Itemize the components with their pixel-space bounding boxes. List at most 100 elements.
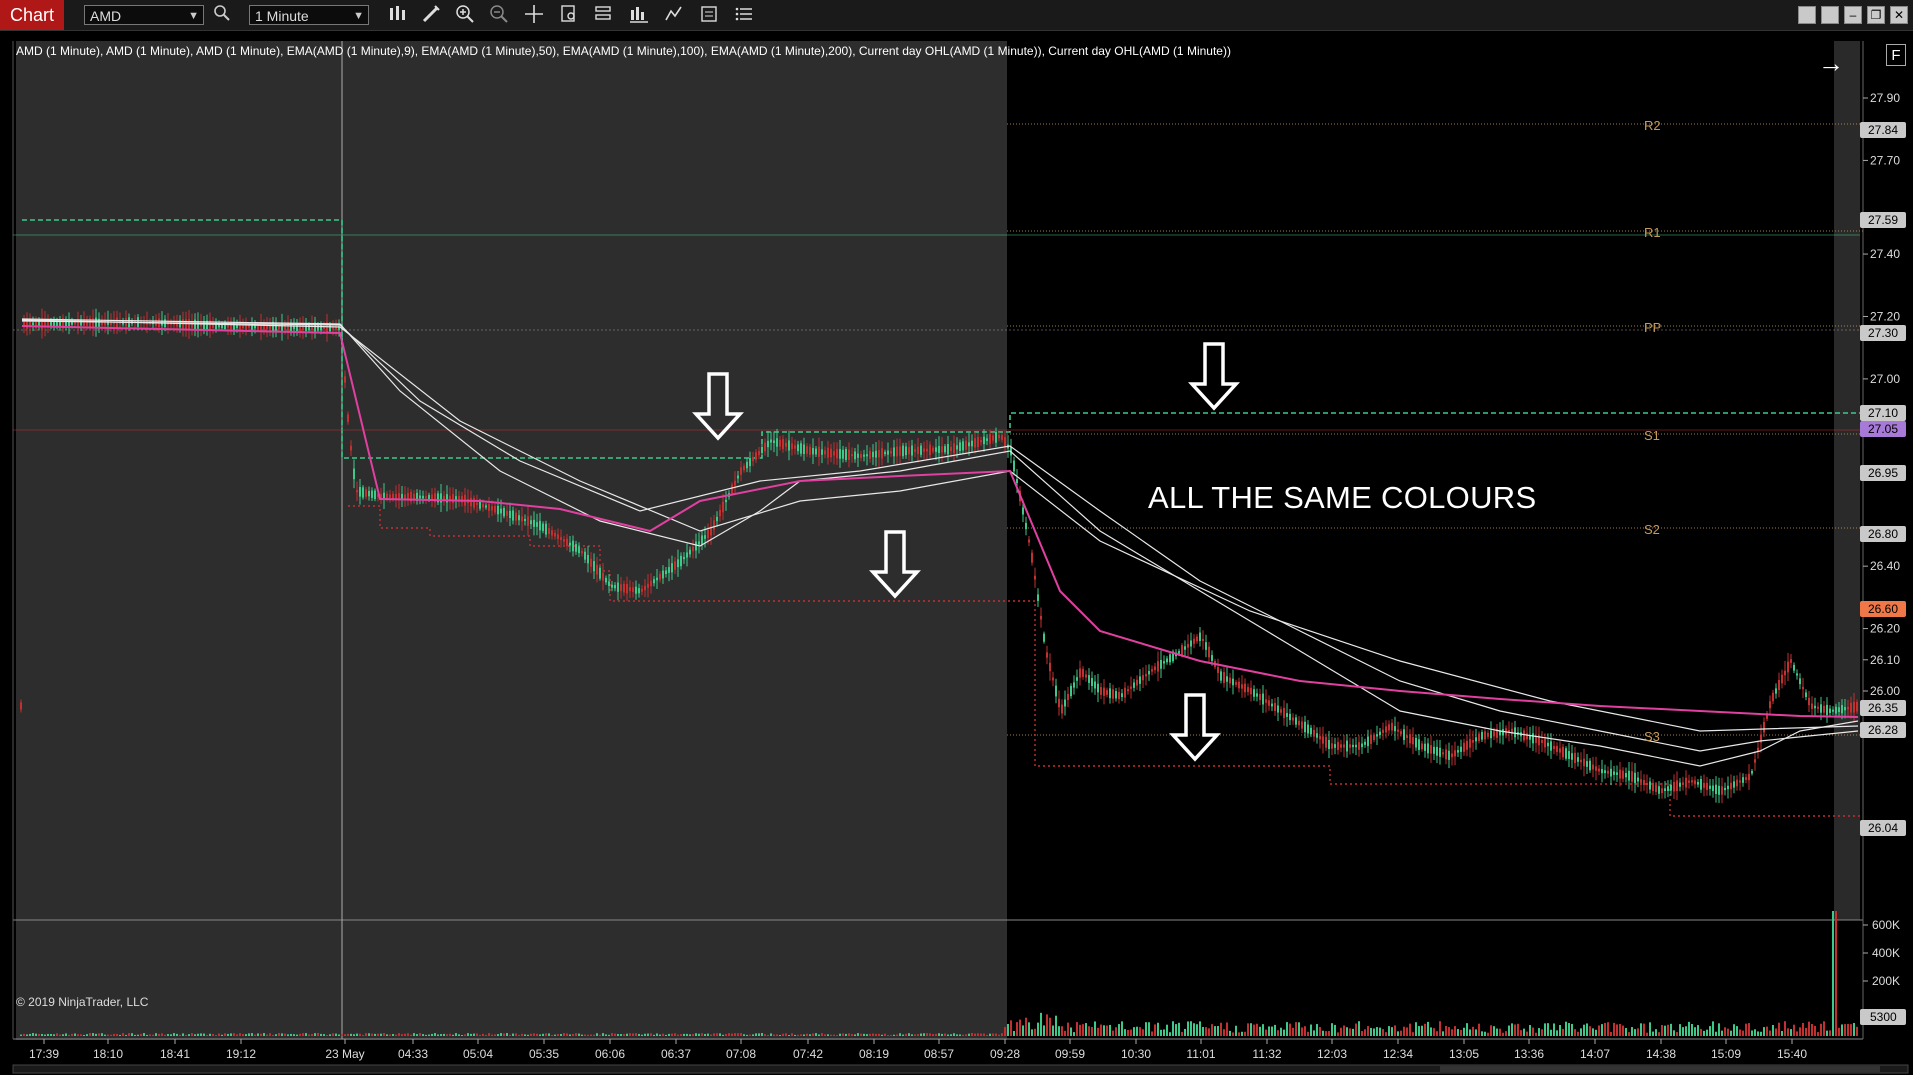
candle-body xyxy=(704,535,706,539)
candle-body xyxy=(1673,781,1675,792)
candle-body xyxy=(1679,782,1681,787)
zoom-in-icon[interactable] xyxy=(454,4,476,26)
candle-body xyxy=(101,320,103,326)
properties-icon[interactable] xyxy=(558,4,580,26)
volume-bar xyxy=(170,1034,172,1036)
candle-body xyxy=(1079,668,1081,678)
volume-bar xyxy=(245,1034,247,1036)
volume-bar xyxy=(1325,1031,1327,1036)
strategies-icon[interactable] xyxy=(628,4,650,26)
volume-bar xyxy=(1016,1022,1018,1036)
crosshair-icon[interactable] xyxy=(523,4,545,26)
candle-body xyxy=(818,446,820,457)
chart-tab[interactable]: Chart xyxy=(0,0,64,30)
volume-bar xyxy=(506,1033,508,1036)
candle-body xyxy=(1652,782,1654,792)
candle-body xyxy=(1841,705,1843,714)
volume-bar xyxy=(1109,1024,1111,1036)
volume-bar xyxy=(566,1033,568,1036)
volume-bar xyxy=(1274,1024,1276,1036)
time-tick-label: 19:12 xyxy=(226,1047,256,1061)
candle-body xyxy=(1784,670,1786,676)
list-icon[interactable] xyxy=(733,4,755,26)
candle-body xyxy=(1565,748,1567,759)
candle-body xyxy=(185,319,187,330)
search-icon[interactable] xyxy=(211,4,233,26)
volume-bar xyxy=(1181,1031,1183,1036)
volume-bar xyxy=(335,1033,337,1036)
candle-body xyxy=(1112,689,1114,699)
volume-bar xyxy=(1721,1030,1723,1036)
instrument-selector[interactable]: AMD ▼ xyxy=(84,5,204,25)
volume-bar xyxy=(1769,1030,1771,1036)
volume-bar xyxy=(1787,1028,1789,1036)
candle-body xyxy=(1352,744,1354,748)
price-marker-label: 26.60 xyxy=(1868,602,1898,616)
candle-body xyxy=(1061,704,1063,714)
templates-icon[interactable] xyxy=(593,4,615,26)
indicators-icon[interactable] xyxy=(663,4,685,26)
volume-bar xyxy=(1067,1022,1069,1036)
candle-body xyxy=(527,516,529,526)
f-button[interactable]: F xyxy=(1886,44,1906,66)
interval-value: 1 Minute xyxy=(255,8,309,24)
interval-selector[interactable]: 1 Minute ▼ xyxy=(249,5,369,25)
candle-body xyxy=(1163,661,1165,664)
volume-bar xyxy=(671,1033,673,1036)
draw-tool-icon[interactable] xyxy=(420,4,442,26)
volume-bar xyxy=(395,1034,397,1036)
arrow-right-icon[interactable]: → xyxy=(1818,48,1844,79)
volume-bar xyxy=(938,1033,940,1036)
volume-bar xyxy=(269,1033,271,1036)
minimize-icon[interactable]: ‒ xyxy=(1844,6,1862,24)
volume-bar xyxy=(1388,1026,1390,1036)
volume-bar xyxy=(590,1034,592,1036)
candle-body xyxy=(1052,677,1054,681)
maximize-icon[interactable]: ❐ xyxy=(1867,6,1885,24)
candle-body xyxy=(614,585,616,589)
zoom-out-icon[interactable] xyxy=(488,4,510,26)
bar-type-icon[interactable] xyxy=(387,4,409,26)
volume-bar xyxy=(1454,1026,1456,1036)
volume-bar xyxy=(1718,1023,1720,1036)
volume-bar xyxy=(374,1033,376,1036)
volume-bar xyxy=(521,1033,523,1036)
candle-body xyxy=(764,442,766,452)
volume-bar xyxy=(656,1033,658,1036)
volume-bar xyxy=(1091,1026,1093,1036)
price-chart[interactable]: 27.9027.8027.7027.5027.4027.2027.0026.90… xyxy=(0,31,1913,1075)
volume-bar xyxy=(1850,1024,1852,1036)
volume-bar xyxy=(1664,1025,1666,1036)
candle-body xyxy=(188,319,190,330)
candle-body xyxy=(686,552,688,558)
candle-body xyxy=(1358,742,1360,750)
volume-bar xyxy=(179,1034,181,1036)
price-marker-label: 27.05 xyxy=(1868,422,1898,436)
volume-bar xyxy=(404,1033,406,1036)
candle-body xyxy=(863,454,865,457)
candle-body xyxy=(1472,739,1474,743)
volume-bar xyxy=(1496,1028,1498,1036)
volume-bar xyxy=(1205,1027,1207,1036)
restore-icon[interactable] xyxy=(1821,6,1839,24)
tile-icon[interactable] xyxy=(1798,6,1816,24)
candle-body xyxy=(374,490,376,499)
candle-body xyxy=(926,448,928,452)
volume-bar xyxy=(1796,1031,1798,1036)
candle-body xyxy=(356,490,358,493)
close-icon[interactable]: ✕ xyxy=(1890,6,1908,24)
candle-body xyxy=(1838,707,1840,713)
candle-body xyxy=(1241,684,1243,689)
volume-bar xyxy=(1352,1028,1354,1036)
data-box-icon[interactable] xyxy=(698,4,720,26)
volume-bar xyxy=(1577,1031,1579,1036)
candle-body xyxy=(1376,734,1378,737)
candle-body xyxy=(845,449,847,460)
volume-bar xyxy=(1676,1032,1678,1036)
volume-bar xyxy=(233,1033,235,1036)
volume-bar xyxy=(698,1033,700,1036)
volume-bar xyxy=(1094,1021,1096,1036)
volume-bar xyxy=(413,1033,415,1036)
candle-body xyxy=(1604,770,1606,774)
candle-body xyxy=(1253,689,1255,697)
